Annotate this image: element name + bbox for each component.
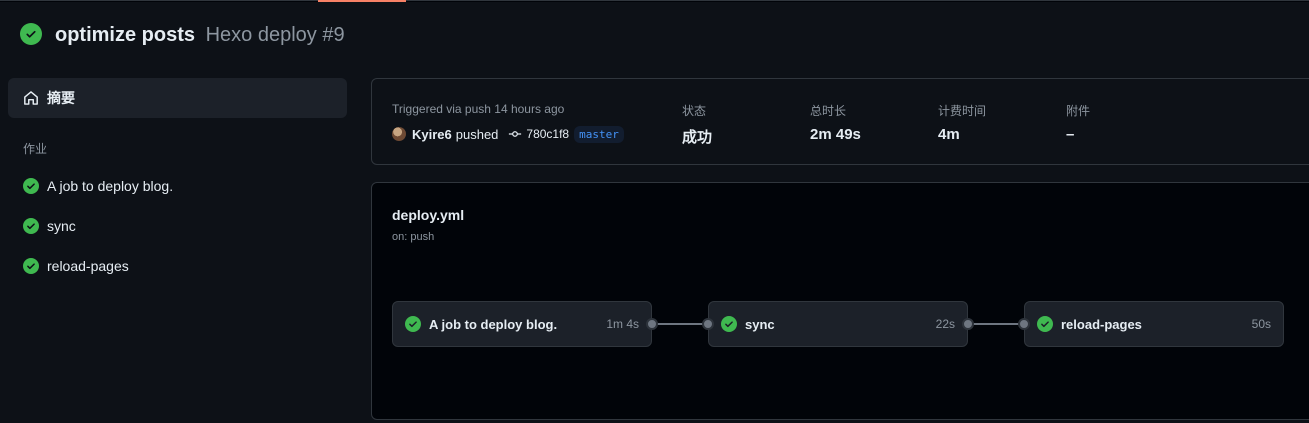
status-label: 状态 [682,104,707,118]
success-check-icon [23,178,39,194]
jobs-heading: 作业 [23,142,48,156]
graph-connector [656,323,708,325]
sidebar-item-summary[interactable]: 摘要 [8,78,347,118]
pusher-row: Kyire6 pushed 780c1f8 master [392,125,624,143]
workflow-trigger: on: push [392,231,435,243]
billable-stat: 计费时间 4m [938,102,986,143]
duration-value: 2m 49s [810,126,861,143]
success-check-icon [1037,316,1053,332]
sidebar: 摘要 作业 A job to deploy blog. sync reload-… [0,66,354,423]
push-action: pushed [455,126,499,142]
commit-sha-link[interactable]: 780c1f8 [526,127,569,141]
graph-job-deploy[interactable]: A job to deploy blog. 1m 4s [392,301,652,347]
success-check-icon [20,23,42,45]
commit-message: optimize posts [55,24,196,46]
workflow-file-name[interactable]: deploy.yml [392,207,464,223]
graph-out-port [646,318,658,330]
top-border [0,0,1309,1]
sidebar-job-deploy[interactable]: A job to deploy blog. [23,176,173,196]
sidebar-job-sync[interactable]: sync [23,216,76,236]
home-icon [22,89,40,107]
sidebar-job-label: A job to deploy blog. [47,178,174,194]
graph-job-duration: 22s [935,317,955,331]
sidebar-job-label: reload-pages [47,258,129,274]
workflow-run-name[interactable]: Hexo deploy #9 [206,24,345,46]
success-check-icon [23,218,39,234]
graph-in-port [1018,318,1030,330]
git-commit-icon [508,127,522,141]
artifacts-stat: 附件 – [1066,102,1090,143]
graph-job-label: sync [745,316,775,332]
user-link[interactable]: Kyire6 [412,127,452,142]
graph-job-label: A job to deploy blog. [429,316,558,332]
sidebar-job-label: sync [47,218,76,234]
graph-connector [972,323,1024,325]
artifacts-label: 附件 [1066,104,1091,118]
run-summary-card: Triggered via push 14 hours ago Kyire6 p… [371,78,1309,165]
trigger-text: Triggered via push 14 hours ago [392,102,565,116]
success-check-icon [405,316,421,332]
graph-out-port [962,318,974,330]
artifacts-value: – [1066,126,1075,143]
graph-job-duration: 1m 4s [606,317,639,331]
duration-label: 总时长 [810,104,847,118]
status-stat: 状态 成功 [682,102,712,147]
billable-value: 4m [938,126,960,143]
graph-job-label: reload-pages [1061,316,1142,332]
workflow-graph-card: deploy.yml on: push A job to deploy blog… [371,182,1309,420]
graph-job-sync[interactable]: sync 22s [708,301,968,347]
graph-in-port [702,318,714,330]
sidebar-item-label: 摘要 [47,90,75,106]
graph-job-reload-pages[interactable]: reload-pages 50s [1024,301,1284,347]
billable-label: 计费时间 [938,104,987,118]
branch-badge[interactable]: master [574,125,624,143]
sidebar-job-reload-pages[interactable]: reload-pages [23,256,129,276]
avatar[interactable] [392,127,406,141]
success-check-icon [721,316,737,332]
success-check-icon [23,258,39,274]
run-header: optimize posts Hexo deploy #9 [0,2,1309,66]
duration-stat: 总时长 2m 49s [810,102,861,143]
graph-job-duration: 50s [1251,317,1271,331]
status-value: 成功 [682,129,713,146]
main-content: Triggered via push 14 hours ago Kyire6 p… [354,66,1309,423]
page-title: optimize posts Hexo deploy #9 [55,23,345,47]
